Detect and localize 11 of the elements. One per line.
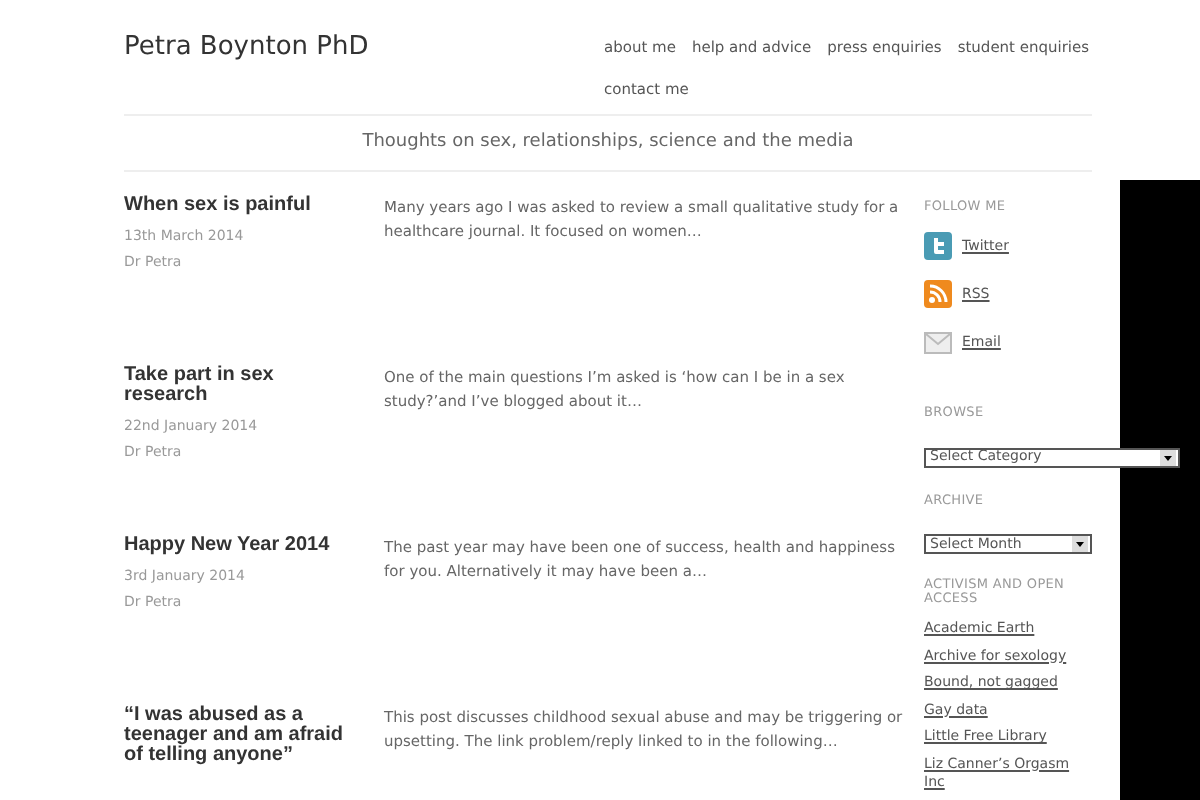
post-title[interactable]: Take part in sex research (124, 366, 348, 406)
caret-icon (1072, 536, 1088, 553)
post-title[interactable]: When sex is painful (124, 196, 348, 216)
twitter-icon (924, 231, 952, 260)
tagline: Thoughts on sex, relationships, science and the media (362, 129, 854, 156)
post-title[interactable]: Happy New Year 2014 (124, 536, 348, 556)
post-title[interactable]: “I was abused as a teenager and am afraid of telling anyone” (124, 706, 348, 766)
site-title[interactable]: Petra Boynton PhD (124, 28, 604, 114)
rss-icon (924, 279, 952, 308)
envelope-icon (924, 327, 952, 356)
caret-icon (1160, 449, 1176, 465)
